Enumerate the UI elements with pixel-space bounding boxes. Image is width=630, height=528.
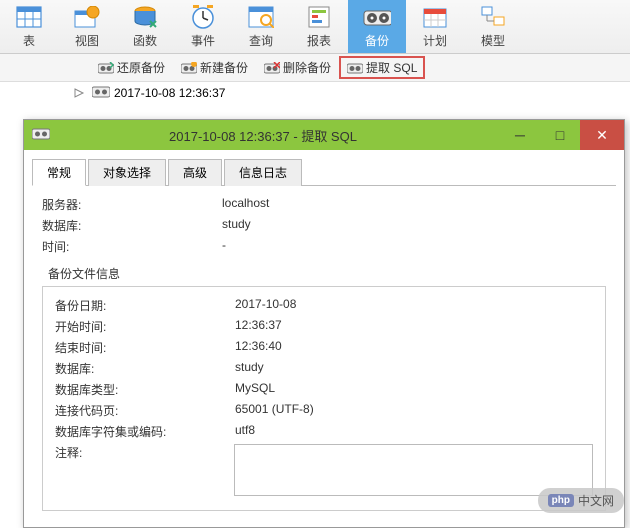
server-label: 服务器: (42, 196, 222, 213)
php-badge: php (548, 494, 574, 507)
toolbar-event[interactable]: 事件 (174, 0, 232, 53)
time-row: 时间: - (42, 238, 606, 255)
dialog-title: 2017-10-08 12:36:37 - 提取 SQL (56, 126, 500, 145)
dialog-tabs: 常规 对象选择 高级 信息日志 (32, 158, 616, 186)
report-icon (305, 4, 333, 30)
table-icon (15, 4, 43, 30)
new-backup-icon (181, 61, 197, 75)
db-row: 数据库: study (55, 360, 593, 377)
extract-sql-icon (347, 61, 363, 75)
window-controls: ─ □ ✕ (500, 120, 624, 150)
backup-file-info-label: 备份文件信息 (48, 265, 606, 282)
extract-sql-label: 提取 SQL (366, 59, 417, 76)
comment-textarea[interactable] (234, 444, 593, 496)
start-time-row: 开始时间: 12:36:37 (55, 318, 593, 335)
toolbar-schedule[interactable]: 计划 (406, 0, 464, 53)
database-label: 数据库: (42, 217, 222, 234)
server-value: localhost (222, 196, 269, 213)
dialog-content: 服务器: localhost 数据库: study 时间: - 备份文件信息 备… (24, 186, 624, 527)
toolbar-label: 报表 (307, 32, 331, 49)
delete-backup-button[interactable]: 删除备份 (256, 56, 339, 79)
toolbar-report[interactable]: 报表 (290, 0, 348, 53)
toolbar-function[interactable]: 函数 (116, 0, 174, 53)
new-backup-button[interactable]: 新建备份 (173, 56, 256, 79)
tape-icon (92, 86, 110, 100)
toolbar-query[interactable]: 查询 (232, 0, 290, 53)
toolbar-label: 计划 (423, 32, 447, 49)
toolbar-label: 模型 (481, 32, 505, 49)
db-type-row: 数据库类型: MySQL (55, 381, 593, 398)
main-toolbar: 表 视图 函数 事件 查询 报表 备份 (0, 0, 630, 54)
backup-date-row: 备份日期: 2017-10-08 (55, 297, 593, 314)
server-row: 服务器: localhost (42, 196, 606, 213)
toolbar-model[interactable]: 模型 (464, 0, 522, 53)
toolbar-label: 视图 (75, 32, 99, 49)
tab-advanced[interactable]: 高级 (168, 159, 222, 186)
restore-label: 还原备份 (117, 59, 165, 76)
backup-icon (363, 4, 391, 30)
toolbar-label: 函数 (133, 32, 157, 49)
tab-object-select[interactable]: 对象选择 (88, 159, 166, 186)
extract-sql-button[interactable]: 提取 SQL (339, 56, 425, 79)
dialog-titlebar: 2017-10-08 12:36:37 - 提取 SQL ─ □ ✕ (24, 120, 624, 150)
watermark: php 中文网 (538, 488, 624, 513)
toolbar-label: 表 (23, 32, 35, 49)
toolbar-table[interactable]: 表 (0, 0, 58, 53)
restore-backup-button[interactable]: 还原备份 (90, 56, 173, 79)
toolbar-backup[interactable]: 备份 (348, 0, 406, 53)
delete-backup-label: 删除备份 (283, 59, 331, 76)
toolbar-label: 查询 (249, 32, 273, 49)
view-icon (73, 4, 101, 30)
model-icon (479, 4, 507, 30)
time-value: - (222, 238, 226, 255)
collapse-icon[interactable] (72, 86, 86, 100)
codepage-row: 连接代码页: 65001 (UTF-8) (55, 402, 593, 419)
backup-file-info-group: 备份日期: 2017-10-08 开始时间: 12:36:37 结束时间: 12… (42, 286, 606, 511)
new-backup-label: 新建备份 (200, 59, 248, 76)
end-time-row: 结束时间: 12:36:40 (55, 339, 593, 356)
dialog-icon (32, 128, 50, 142)
backup-item-label: 2017-10-08 12:36:37 (114, 86, 225, 100)
event-icon (189, 4, 217, 30)
minimize-button[interactable]: ─ (500, 120, 540, 150)
query-icon (247, 4, 275, 30)
watermark-text: 中文网 (578, 492, 614, 509)
close-button[interactable]: ✕ (580, 120, 624, 150)
time-label: 时间: (42, 238, 222, 255)
tab-log[interactable]: 信息日志 (224, 159, 302, 186)
tab-general[interactable]: 常规 (32, 159, 86, 186)
function-icon (131, 4, 159, 30)
sub-toolbar: 还原备份 新建备份 删除备份 提取 SQL (0, 54, 630, 82)
schedule-icon (421, 4, 449, 30)
toolbar-label: 备份 (365, 32, 389, 49)
restore-icon (98, 61, 114, 75)
delete-backup-icon (264, 61, 280, 75)
charset-row: 数据库字符集或编码: utf8 (55, 423, 593, 440)
toolbar-label: 事件 (191, 32, 215, 49)
comment-row: 注释: (55, 444, 593, 496)
backup-item[interactable]: 2017-10-08 12:36:37 (92, 86, 225, 100)
database-row: 数据库: study (42, 217, 606, 234)
backup-list: 2017-10-08 12:36:37 (0, 82, 630, 100)
database-value: study (222, 217, 251, 234)
extract-sql-dialog: 2017-10-08 12:36:37 - 提取 SQL ─ □ ✕ 常规 对象… (23, 119, 625, 528)
toolbar-view[interactable]: 视图 (58, 0, 116, 53)
maximize-button[interactable]: □ (540, 120, 580, 150)
